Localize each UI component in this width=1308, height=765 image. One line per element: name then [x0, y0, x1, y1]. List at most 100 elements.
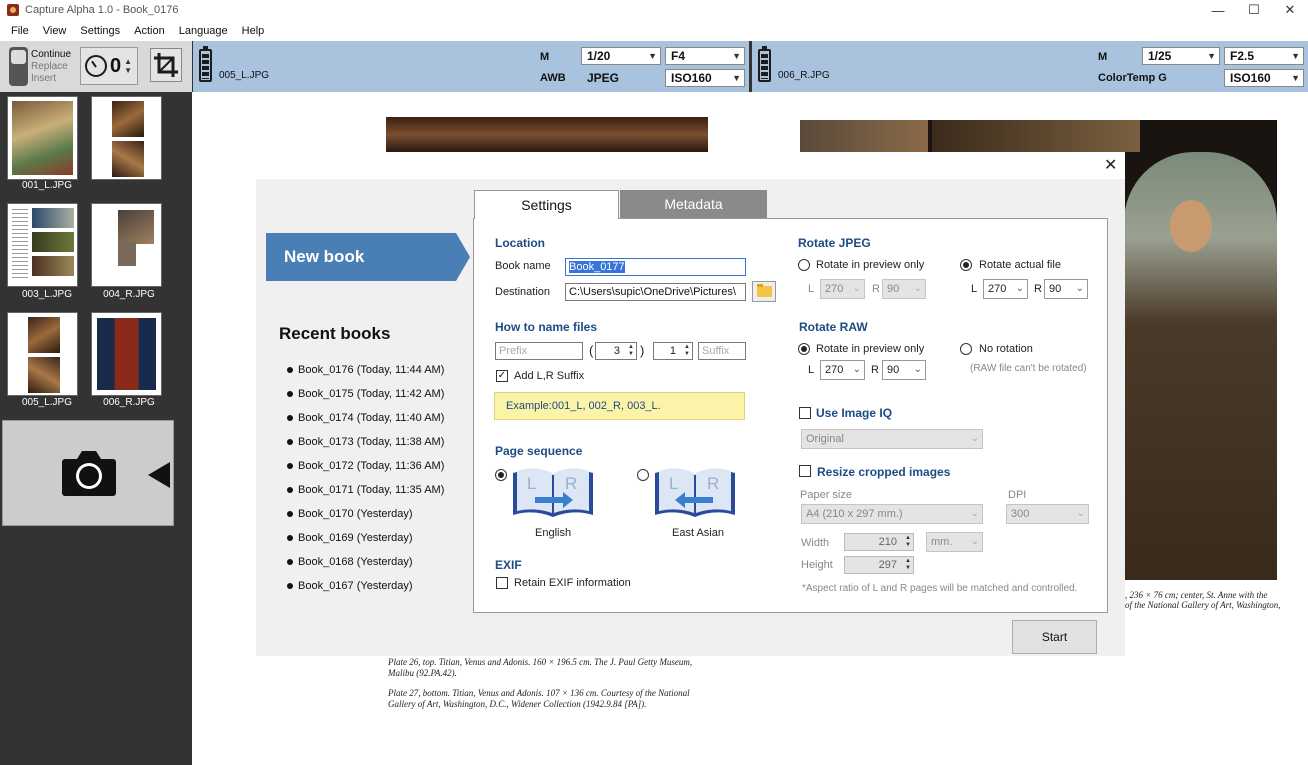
recent-book-item[interactable]: Book_0168 (Yesterday): [287, 550, 444, 574]
thumbnail-image: [32, 256, 74, 276]
jpeg-actual-file-radio[interactable]: [960, 259, 972, 271]
self-timer-control[interactable]: 0 ▲ ▼: [80, 47, 138, 85]
prefix-input[interactable]: Prefix: [495, 342, 583, 360]
resize-cropped-checkbox[interactable]: [799, 465, 811, 477]
book-ltr-icon: L R: [513, 468, 593, 517]
timer-stepper-icon[interactable]: ▲ ▼: [124, 57, 132, 75]
menu-help[interactable]: Help: [235, 25, 272, 37]
timer-value: 0: [110, 54, 122, 77]
rotate-jpeg-title: Rotate JPEG: [798, 236, 871, 250]
raw-no-rotation-radio[interactable]: [960, 343, 972, 355]
jpeg-actual-l-select[interactable]: 270 ⌄: [983, 279, 1028, 299]
raw-preview-only-radio[interactable]: [798, 343, 810, 355]
menu-action[interactable]: Action: [127, 25, 172, 37]
thumbnail-label: 004_R.JPG: [103, 289, 155, 300]
raw-l-label: L: [808, 364, 815, 376]
use-image-iq-checkbox[interactable]: [799, 407, 811, 419]
book-name-label: Book name: [495, 260, 551, 272]
location-title: Location: [495, 236, 545, 250]
digits-stepper[interactable]: 3 ▲ ▼: [595, 342, 637, 360]
menu-view[interactable]: View: [36, 25, 74, 37]
destination-input[interactable]: C:\Users\supic\OneDrive\Pictures\: [565, 283, 746, 301]
tab-metadata[interactable]: Metadata: [620, 190, 767, 218]
maximize-button[interactable]: ☐: [1236, 0, 1272, 20]
mode-continue[interactable]: Continue: [31, 49, 71, 60]
menu-settings[interactable]: Settings: [73, 25, 127, 37]
recent-book-item[interactable]: Book_0167 (Yesterday): [287, 574, 444, 598]
raw-l-select[interactable]: 270 ⌄: [820, 360, 865, 380]
left-aperture-select[interactable]: F4 ▼: [665, 47, 745, 65]
dpi-select: 300 ⌄: [1006, 504, 1089, 524]
add-lr-suffix-checkbox[interactable]: ✓: [496, 370, 508, 382]
sequence-east-asian-radio[interactable]: [637, 469, 649, 481]
crop-button[interactable]: [150, 48, 182, 82]
recent-book-item[interactable]: Book_0170 (Yesterday): [287, 502, 444, 526]
resize-cropped-title: Resize cropped images: [817, 465, 951, 479]
minimize-button[interactable]: —: [1200, 0, 1236, 20]
thumbnail-image: [118, 242, 136, 266]
mode-insert[interactable]: Insert: [31, 73, 56, 84]
thumbnail-label: 001_L.JPG: [21, 180, 73, 191]
thumbnail-image: [28, 317, 60, 353]
chevron-down-icon: ▼: [1207, 51, 1216, 61]
recent-book-item[interactable]: Book_0175 (Today, 11:42 AM): [287, 382, 444, 406]
chevron-down-icon: ⌄: [970, 508, 979, 519]
right-shutter-select[interactable]: 1/25 ▼: [1142, 47, 1220, 65]
jpeg-actual-file-label: Rotate actual file: [979, 259, 1061, 271]
chevron-down-icon: ⌄: [1015, 283, 1024, 294]
jpeg-preview-l-select: 270 ⌄: [820, 279, 865, 299]
close-window-button[interactable]: ✕: [1272, 0, 1308, 20]
collapse-arrow-icon[interactable]: [148, 462, 170, 488]
thumbnail-004-r[interactable]: [91, 203, 162, 287]
stepper-arrows-icon[interactable]: ▲ ▼: [628, 344, 634, 358]
thumbnail-image: [32, 208, 74, 228]
thumbnail-006-r[interactable]: [91, 312, 162, 396]
right-page-caption: , 236 × 76 cm; center, St. Anne with the…: [1125, 590, 1281, 610]
retain-exif-label: Retain EXIF information: [514, 577, 631, 589]
jpeg-preview-l-label: L: [808, 283, 815, 295]
right-aperture-select[interactable]: F2.5 ▼: [1224, 47, 1304, 65]
new-book-button[interactable]: New book: [266, 233, 470, 281]
thumbnail-image: [12, 101, 73, 175]
menu-file[interactable]: File: [4, 25, 36, 37]
recent-book-item[interactable]: Book_0176 (Today, 11:44 AM): [287, 358, 444, 382]
window-title: Capture Alpha 1.0 - Book_0176: [25, 4, 179, 16]
recent-book-item[interactable]: Book_0171 (Today, 11:35 AM): [287, 478, 444, 502]
dialog-close-button[interactable]: ✕: [1104, 155, 1117, 175]
menu-language[interactable]: Language: [172, 25, 235, 37]
right-iso-select[interactable]: ISO160 ▼: [1224, 69, 1304, 87]
raw-r-select[interactable]: 90 ⌄: [882, 360, 926, 380]
add-lr-suffix-label: Add L,R Suffix: [514, 370, 585, 382]
suffix-input[interactable]: Suffix: [698, 342, 746, 360]
chevron-down-icon: ⌄: [852, 364, 861, 375]
chevron-down-icon: ⌄: [1076, 508, 1085, 519]
retain-exif-checkbox[interactable]: [496, 577, 508, 589]
thumbnail-002-r[interactable]: [91, 96, 162, 180]
recent-book-item[interactable]: Book_0172 (Today, 11:36 AM): [287, 454, 444, 478]
jpeg-preview-only-radio[interactable]: [798, 259, 810, 271]
thumbnail-001-l[interactable]: [7, 96, 78, 180]
tab-settings[interactable]: Settings: [474, 190, 619, 219]
mode-replace[interactable]: Replace: [31, 61, 68, 72]
recent-books-list: Book_0176 (Today, 11:44 AM) Book_0175 (T…: [287, 358, 444, 598]
right-camera-panel: 006_R.JPG M ColorTemp G 1/25 ▼ F2.5 ▼ ISO1…: [752, 41, 1308, 92]
right-camera-file: 006_R.JPG: [778, 70, 830, 81]
left-shutter-select[interactable]: 1/20 ▼: [581, 47, 661, 65]
sequence-english-radio[interactable]: [495, 469, 507, 481]
left-iso-select[interactable]: ISO160 ▼: [665, 69, 745, 87]
width-stepper: 210 ▲ ▼: [844, 533, 914, 551]
thumbnail-003-l[interactable]: [7, 203, 78, 287]
browse-folder-button[interactable]: [752, 281, 776, 302]
start-number-stepper[interactable]: 1 ▲ ▼: [653, 342, 693, 360]
paper-size-label: Paper size: [800, 489, 852, 501]
image-iq-select: Original ⌄: [801, 429, 983, 449]
book-name-input[interactable]: Book_0177: [565, 258, 746, 276]
recent-book-item[interactable]: Book_0173 (Today, 11:38 AM): [287, 430, 444, 454]
stepper-arrows-icon[interactable]: ▲ ▼: [684, 344, 690, 358]
jpeg-actual-r-select[interactable]: 90 ⌄: [1044, 279, 1088, 299]
thumbnail-005-l[interactable]: [7, 312, 78, 396]
start-button[interactable]: Start: [1012, 620, 1097, 654]
recent-book-item[interactable]: Book_0174 (Today, 11:40 AM): [287, 406, 444, 430]
recent-book-item[interactable]: Book_0169 (Yesterday): [287, 526, 444, 550]
mode-toggle-switch[interactable]: [9, 47, 28, 86]
